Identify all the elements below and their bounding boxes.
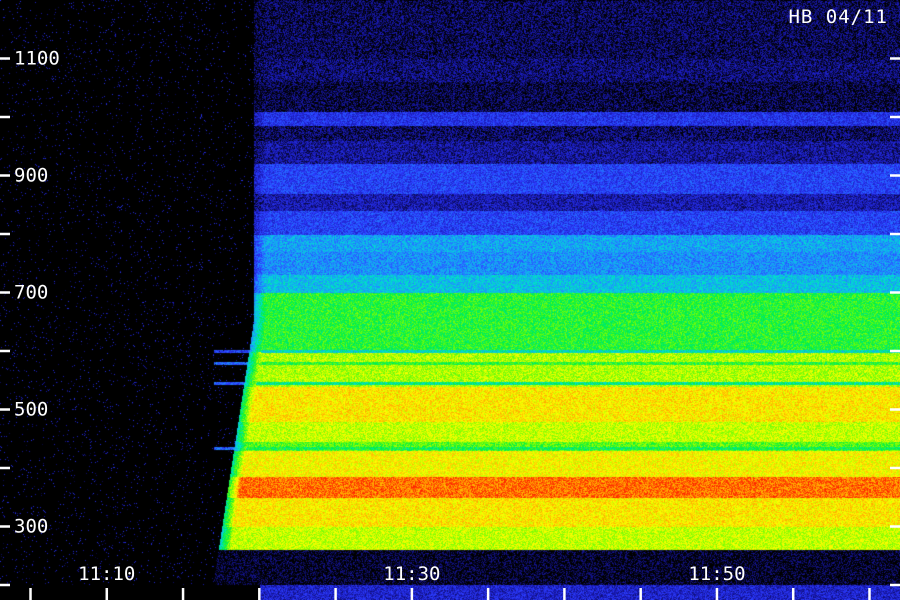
spectrogram-heatmap bbox=[0, 0, 900, 600]
corner-label: HB 04/11 bbox=[788, 6, 888, 28]
